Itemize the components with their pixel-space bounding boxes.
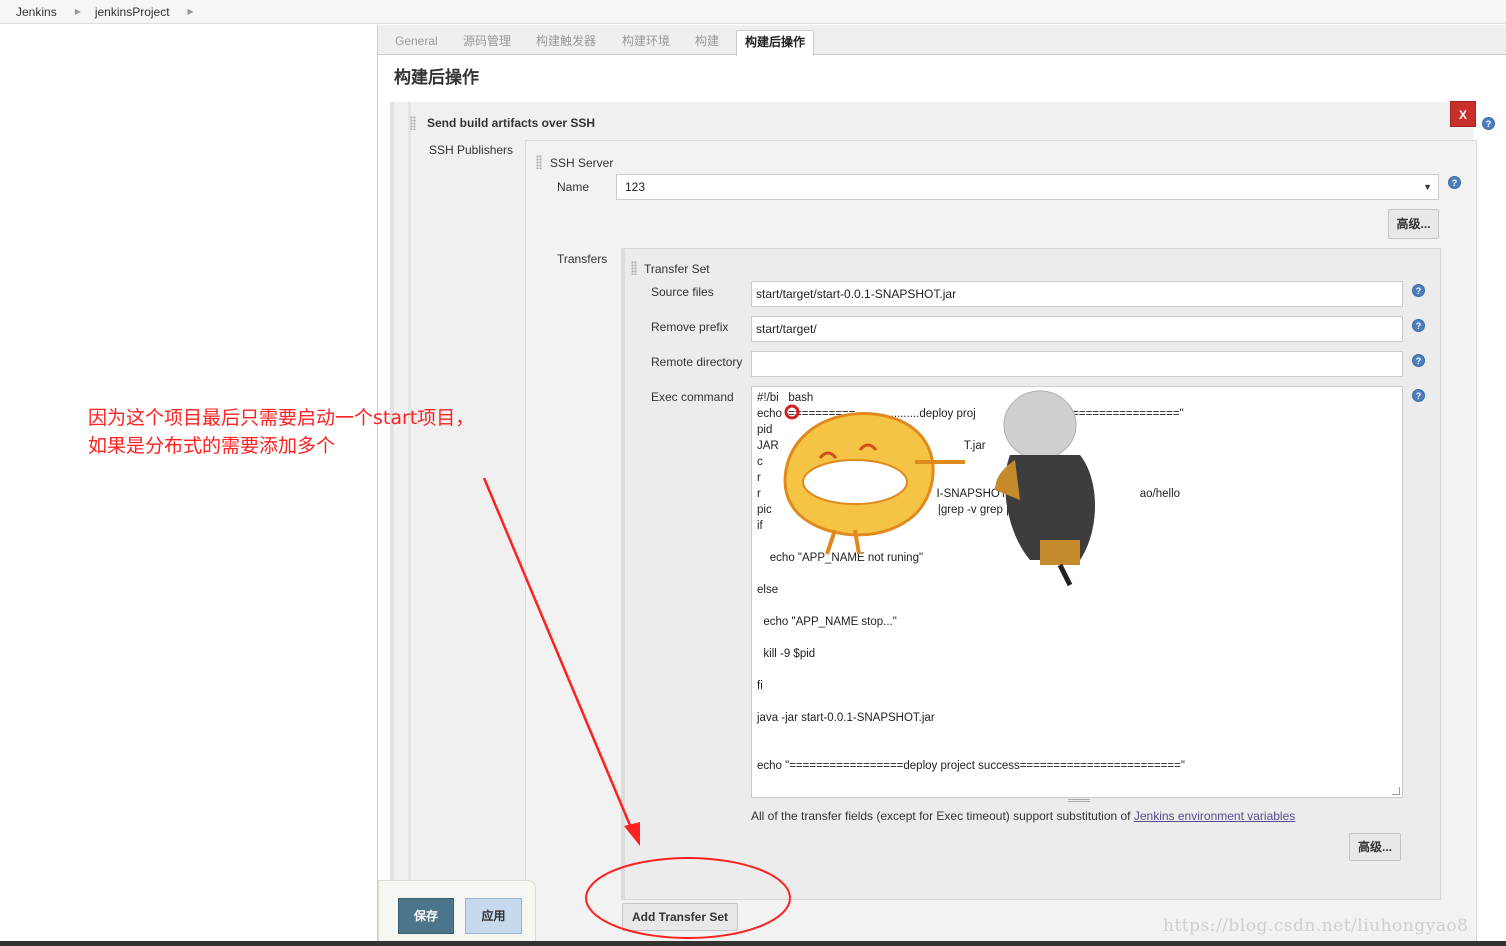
window-bottom-edge (0, 941, 1506, 946)
section-title: 构建后操作 (394, 68, 479, 87)
exec-command-line: r (757, 472, 761, 484)
exec-command-line: echo "=================deploy project su… (757, 760, 1185, 772)
publisher-panel: Send build artifacts over SSH SSH Publis… (390, 102, 1477, 946)
ssh-server-select-value: 123 (625, 180, 646, 194)
remote-directory-input[interactable] (751, 351, 1403, 377)
server-advanced-button[interactable]: 高级... (1388, 209, 1439, 239)
exec-command-line: pic |grep -v grep |awk '{prin (757, 504, 1058, 516)
form-button-bar: 保存 应用 (378, 880, 536, 942)
side-panel (0, 25, 378, 946)
transfer-set-box: Transfer Set Source files start/target/s… (621, 248, 1441, 900)
help-icon[interactable]: ? (1412, 354, 1425, 367)
exec-command-line: JAR T.jar (757, 440, 986, 452)
exec-command-line: fi (757, 680, 763, 692)
ssh-server-select[interactable]: 123 ▼ (616, 174, 1439, 200)
caret-down-icon: ▼ (1423, 182, 1432, 192)
help-icon[interactable]: ? (1412, 284, 1425, 297)
source-files-input[interactable]: start/target/start-0.0.1-SNAPSHOT.jar (751, 281, 1403, 307)
tab-post-build[interactable]: 构建后操作 (736, 30, 815, 56)
remove-prefix-input[interactable]: start/target/ (751, 316, 1403, 342)
source-files-label: Source files (651, 285, 714, 299)
exec-command-line: java -jar start-0.0.1-SNAPSHOT.jar (757, 712, 935, 724)
drag-handle-icon[interactable] (536, 155, 542, 169)
exec-command-line: echo "APP_NAME stop..." (757, 616, 897, 628)
remote-directory-label: Remote directory (651, 355, 743, 369)
config-main: General 源码管理 构建触发器 构建环境 构建 构建后操作 构建后操作 S… (378, 25, 1506, 946)
substitution-note: All of the transfer fields (except for E… (751, 809, 1295, 823)
annotation-text: 因为这个项目最后只需要启动一个start项目， 如果是分布式的需要添加多个 (88, 404, 474, 460)
tab-build-env[interactable]: 构建环境 (614, 30, 678, 55)
remove-prefix-label: Remove prefix (651, 320, 729, 334)
help-icon[interactable]: ? (1412, 319, 1425, 332)
exec-command-line: r I-SNAPSHOT.jar ao/hello (757, 488, 1181, 500)
resize-handle-icon[interactable] (1392, 787, 1400, 795)
tab-general[interactable]: General (387, 30, 446, 55)
publisher-label-column (408, 102, 532, 946)
breadcrumb: Jenkins ▶ jenkinsProject ▶ (0, 0, 1506, 24)
save-button[interactable]: 保存 (398, 898, 454, 934)
exec-command-line: kill -9 $pid (757, 648, 816, 660)
breadcrumb-jenkins[interactable]: Jenkins (16, 5, 57, 19)
tab-build[interactable]: 构建 (687, 30, 727, 55)
config-tabs: General 源码管理 构建触发器 构建环境 构建 构建后操作 (378, 25, 1506, 56)
transfer-set-label: Transfer Set (644, 262, 710, 276)
publisher-title: Send build artifacts over SSH (427, 116, 596, 130)
transfer-advanced-button[interactable]: 高级... (1349, 833, 1401, 861)
exec-command-label: Exec command (651, 390, 734, 404)
apply-button[interactable]: 应用 (465, 898, 522, 934)
drag-handle-icon[interactable] (631, 261, 637, 275)
env-vars-link[interactable]: Jenkins environment variables (1134, 809, 1295, 823)
substitution-note-text: All of the transfer fields (except for E… (751, 809, 1134, 823)
transfers-label: Transfers (557, 252, 608, 266)
annotation-line: 因为这个项目最后只需要启动一个start项目， (88, 407, 475, 429)
help-icon[interactable]: ? (1448, 176, 1461, 189)
breadcrumb-project[interactable]: jenkinsProject (95, 5, 170, 19)
chevron-right-icon[interactable]: ▶ (75, 7, 81, 16)
drag-handle-icon[interactable] (410, 116, 416, 130)
exec-command-line: c (757, 456, 763, 468)
textarea-grip-icon[interactable] (1068, 799, 1090, 802)
exec-command-line: echo "APP_NAME not runing" (757, 552, 924, 564)
ssh-publishers-label: SSH Publishers (429, 143, 514, 157)
chevron-right-icon[interactable]: ▶ (188, 7, 194, 16)
exec-command-line: echo ========== ............deploy proj … (757, 408, 1184, 420)
help-icon[interactable]: ? (1412, 389, 1425, 402)
delete-publisher-button[interactable]: X (1450, 101, 1476, 127)
name-label: Name (557, 180, 590, 194)
tab-triggers[interactable]: 构建触发器 (528, 30, 604, 55)
exec-command-textarea[interactable]: #!/bi bash echo ========== ............d… (751, 386, 1403, 798)
ssh-server-box: SSH Server Name 123 ▼ ? 高级... Transfers … (525, 140, 1477, 946)
help-icon[interactable]: ? (1482, 117, 1495, 130)
tab-scm[interactable]: 源码管理 (455, 30, 519, 55)
watermark-text: https://blog.csdn.net/liuhongyao8 (1163, 916, 1469, 936)
annotation-line: 如果是分布式的需要添加多个 (88, 435, 336, 457)
exec-command-line: pid (757, 424, 773, 436)
ssh-server-label: SSH Server (550, 156, 614, 170)
add-transfer-set-button[interactable]: Add Transfer Set (622, 903, 738, 931)
exec-command-line: #!/bi bash (757, 392, 814, 404)
exec-command-line: if (757, 520, 763, 532)
exec-command-line: else (757, 584, 779, 596)
